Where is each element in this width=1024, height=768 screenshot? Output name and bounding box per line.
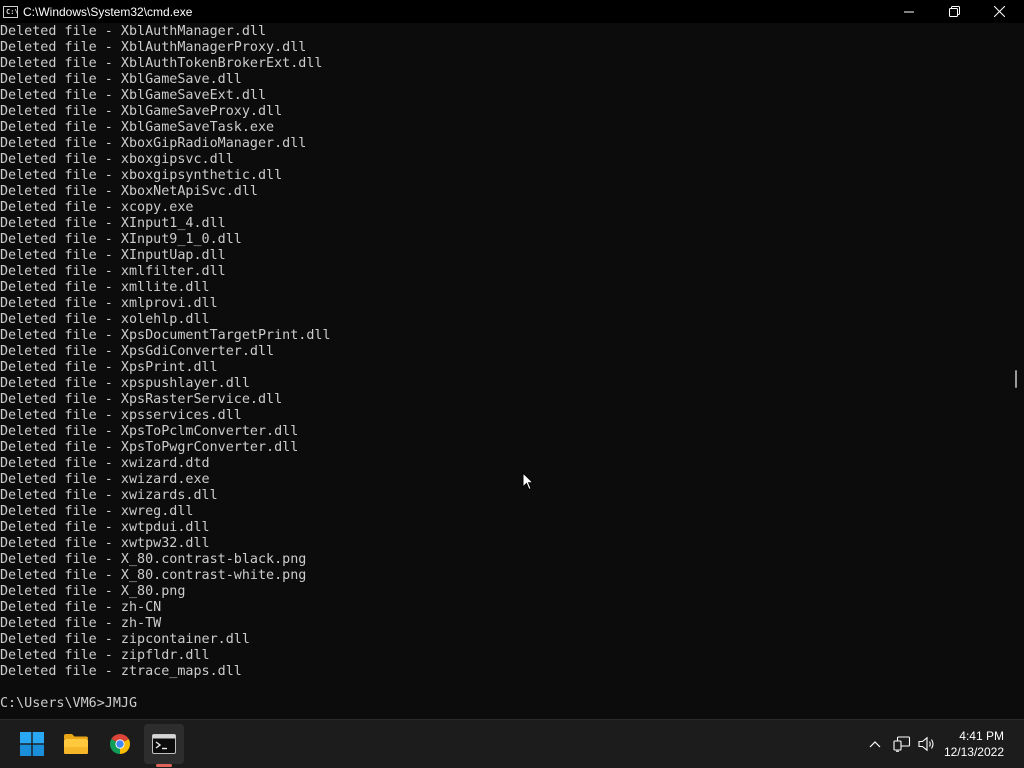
file-explorer-button[interactable] bbox=[56, 724, 96, 764]
clock-time: 4:41 PM bbox=[959, 729, 1004, 743]
console-line: Deleted file - XblGameSaveExt.dll bbox=[0, 88, 267, 103]
console-line: Deleted file - xwizard.dtd bbox=[0, 456, 210, 471]
scrollbar-thumb[interactable] bbox=[1015, 370, 1017, 388]
chrome-icon bbox=[110, 734, 130, 754]
console-line: Deleted file - xwreg.dll bbox=[0, 504, 194, 519]
console-line: Deleted file - xmllite.dll bbox=[0, 280, 210, 295]
windows-logo-icon bbox=[20, 732, 44, 756]
console-line: Deleted file - xwizard.exe bbox=[0, 472, 210, 487]
console-line: Deleted file - xolehlp.dll bbox=[0, 312, 210, 327]
console-line: Deleted file - XpsPrint.dll bbox=[0, 360, 218, 375]
console-line: Deleted file - xwtpdui.dll bbox=[0, 520, 210, 535]
console-line: Deleted file - XblGameSaveTask.exe bbox=[0, 120, 275, 135]
console-line: Deleted file - XInput9_1_0.dll bbox=[0, 232, 242, 247]
console-line: Deleted file - xboxgipsynthetic.dll bbox=[0, 168, 283, 183]
window-title: C:\Windows\System32\cmd.exe bbox=[23, 4, 193, 19]
console-line: Deleted file - X_80.contrast-black.png bbox=[0, 552, 307, 567]
start-button[interactable] bbox=[12, 724, 52, 764]
chrome-button[interactable] bbox=[100, 724, 140, 764]
active-app-indicator bbox=[156, 764, 172, 767]
console-line: Deleted file - xwtpw32.dll bbox=[0, 536, 210, 551]
terminal-icon bbox=[152, 734, 176, 754]
console-line: Deleted file - XpsDocumentTargetPrint.dl… bbox=[0, 328, 331, 343]
title-bar[interactable]: C:\ C:\Windows\System32\cmd.exe bbox=[0, 0, 1024, 23]
console-line: Deleted file - XInputUap.dll bbox=[0, 248, 226, 263]
console-line: Deleted file - XInput1_4.dll bbox=[0, 216, 226, 231]
console-line: Deleted file - X_80.contrast-white.png bbox=[0, 568, 307, 583]
command-prompt-button[interactable] bbox=[144, 724, 184, 764]
cmd-icon-glyph: C:\ bbox=[6, 7, 19, 16]
restore-icon bbox=[948, 6, 960, 17]
console-line: Deleted file - xboxgipsvc.dll bbox=[0, 152, 234, 167]
console-line: Deleted file - XpsGdiConverter.dll bbox=[0, 344, 275, 359]
show-hidden-icons-button[interactable] bbox=[864, 731, 886, 757]
console-line: Deleted file - xwizards.dll bbox=[0, 488, 218, 503]
taskbar-clock[interactable]: 4:41 PM 12/13/2022 bbox=[940, 728, 1020, 760]
cmd-app-icon[interactable]: C:\ bbox=[3, 5, 19, 18]
console-line: Deleted file - xmlprovi.dll bbox=[0, 296, 218, 311]
console-line: Deleted file - XpsRasterService.dll bbox=[0, 392, 283, 407]
close-button[interactable] bbox=[976, 0, 1022, 23]
console-line: Deleted file - XboxNetApiSvc.dll bbox=[0, 184, 258, 199]
console-line: Deleted file - ztrace_maps.dll bbox=[0, 664, 242, 679]
console-output[interactable]: Deleted file - XblAuthManager.dll Deleted… bbox=[0, 23, 1005, 719]
console-lines: Deleted file - XblAuthManager.dll Deleted… bbox=[0, 24, 1005, 696]
console-line: Deleted file - zipfldr.dll bbox=[0, 648, 210, 663]
console-line: Deleted file - X_80.png bbox=[0, 584, 186, 599]
folder-icon bbox=[64, 734, 88, 754]
console-line: Deleted file - xpsservices.dll bbox=[0, 408, 242, 423]
close-icon bbox=[993, 6, 1005, 17]
taskbar: 4:41 PM 12/13/2022 bbox=[0, 719, 1024, 768]
console-line: Deleted file - XpsToPwgrConverter.dll bbox=[0, 440, 299, 455]
console-line: Deleted file - XblGameSave.dll bbox=[0, 72, 242, 87]
command-prompt-line[interactable]: C:\Users\VM6>JMJG bbox=[0, 696, 1005, 712]
minimize-button[interactable] bbox=[886, 0, 932, 23]
network-button[interactable] bbox=[891, 731, 913, 757]
console-line: Deleted file - XblGameSaveProxy.dll bbox=[0, 104, 283, 119]
console-line: Deleted file - zh-CN bbox=[0, 600, 162, 615]
console-line: Deleted file - XpsToPclmConverter.dll bbox=[0, 424, 299, 439]
console-line: Deleted file - XblAuthTokenBrokerExt.dll bbox=[0, 56, 323, 71]
network-icon bbox=[893, 736, 911, 752]
console-line: Deleted file - XblAuthManager.dll bbox=[0, 24, 267, 39]
vertical-scrollbar[interactable] bbox=[1006, 23, 1024, 719]
minimize-icon bbox=[904, 11, 914, 12]
console-line: Deleted file - zh-TW bbox=[0, 616, 162, 631]
restore-button[interactable] bbox=[931, 0, 977, 23]
clock-date: 12/13/2022 bbox=[943, 745, 1004, 759]
speaker-icon bbox=[918, 736, 934, 752]
console-line: Deleted file - xmlfilter.dll bbox=[0, 264, 226, 279]
mouse-pointer-icon bbox=[522, 472, 534, 491]
volume-button[interactable] bbox=[916, 731, 938, 757]
console-line: Deleted file - XblAuthManagerProxy.dll bbox=[0, 40, 307, 55]
console-line: Deleted file - xcopy.exe bbox=[0, 200, 194, 215]
console-line: Deleted file - xpspushlayer.dll bbox=[0, 376, 250, 391]
console-line: Deleted file - XboxGipRadioManager.dll bbox=[0, 136, 307, 151]
chevron-up-icon bbox=[869, 741, 881, 748]
console-line: Deleted file - zipcontainer.dll bbox=[0, 632, 250, 647]
